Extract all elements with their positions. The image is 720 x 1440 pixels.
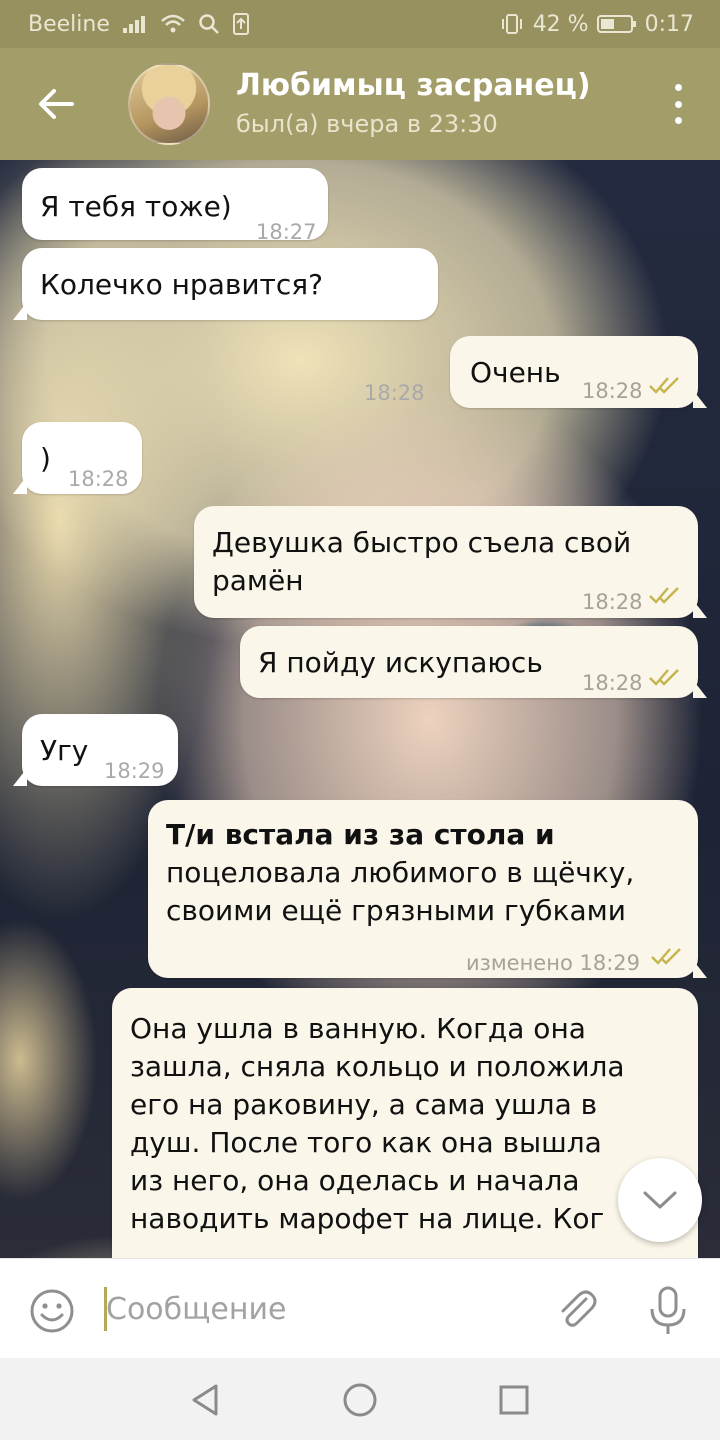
- nav-back-button[interactable]: [186, 1380, 226, 1420]
- message-time: 18:29: [104, 759, 165, 783]
- message-bubble[interactable]: Девушка быстро съела свой рамён 18:28: [194, 506, 707, 618]
- message-bubble[interactable]: ) 18:28: [13, 422, 142, 494]
- message-line: поцеловала любимого в щёчку,: [166, 856, 635, 889]
- status-bar: Beeline 42 % 0:17: [0, 0, 720, 48]
- message-text: Я тебя тоже): [40, 190, 232, 223]
- square-recents-icon: [499, 1385, 529, 1415]
- message-text: ): [40, 442, 51, 475]
- nav-home-button[interactable]: [340, 1380, 380, 1420]
- message-time: 18:28: [582, 379, 643, 403]
- message-line: из него, она оделась и начала: [130, 1164, 580, 1197]
- message-line: его на раковину, а сама ушла в: [130, 1088, 598, 1121]
- message-time: 18:28: [582, 590, 643, 614]
- message-bubble[interactable]: Я тебя тоже) 18:27: [22, 168, 328, 244]
- chat-area[interactable]: Я тебя тоже) 18:27 Колечко нравится? 18:…: [0, 160, 720, 1258]
- message-bubble[interactable]: Т/и встала из за стола и поцеловала люби…: [148, 800, 707, 978]
- chat-header: Любимыц засранец) был(а) вчера в 23:30: [0, 48, 720, 160]
- message-bubble[interactable]: Угу 18:29: [13, 714, 178, 786]
- attach-button[interactable]: [552, 1285, 600, 1333]
- arrow-left-icon: [39, 89, 74, 119]
- circle-home-icon: [343, 1383, 377, 1417]
- message-line: душ. После того как она вышла: [130, 1126, 602, 1159]
- clock: 0:17: [644, 11, 694, 37]
- message-time: 18:27: [256, 220, 317, 244]
- chevron-down-icon: [643, 1191, 677, 1209]
- message-line: рамён: [212, 564, 304, 597]
- paperclip-icon: [561, 1290, 597, 1327]
- smile-icon: [30, 1289, 74, 1333]
- more-vertical-icon[interactable]: [666, 84, 690, 124]
- message-bubble[interactable]: Она ушла в ванную. Когда она зашла, снял…: [112, 988, 698, 1258]
- message-line: Т/и встала из за стола и: [166, 818, 555, 851]
- message-text: Колечко нравится?: [40, 268, 323, 301]
- double-check-icon: [649, 377, 679, 394]
- search-icon: [198, 13, 220, 35]
- message-bubble[interactable]: Очень 18:28: [450, 336, 707, 408]
- double-check-icon: [649, 669, 679, 686]
- last-seen-status: был(а) вчера в 23:30: [236, 110, 498, 138]
- system-nav-bar: [0, 1358, 720, 1440]
- message-time: 18:28: [364, 381, 425, 405]
- message-time: изменено 18:29: [466, 951, 640, 975]
- message-text: Очень: [470, 356, 561, 389]
- double-check-icon: [651, 948, 681, 965]
- message-composer: [0, 1258, 720, 1358]
- message-line: Девушка быстро съела свой: [212, 526, 632, 559]
- message-input[interactable]: [106, 1283, 526, 1335]
- vibrate-icon: [499, 13, 525, 35]
- message-time: 18:28: [582, 671, 643, 695]
- emoji-button[interactable]: [28, 1287, 76, 1335]
- contact-name: Любимыц засранец): [236, 68, 591, 103]
- contact-avatar[interactable]: [128, 63, 210, 145]
- message-line: зашла, сняла кольцо и положила: [130, 1050, 625, 1083]
- carrier-name: Beeline: [28, 11, 110, 37]
- signal-icon: [122, 14, 148, 34]
- upload-icon: [232, 12, 250, 36]
- battery-icon: [596, 14, 637, 34]
- nav-recents-button[interactable]: [494, 1380, 534, 1420]
- microphone-icon: [650, 1286, 686, 1334]
- message-line: наводить марофет на лице. Ког: [130, 1202, 605, 1235]
- message-time: 18:28: [68, 467, 129, 491]
- message-text: Угу: [40, 734, 89, 767]
- triangle-back-icon: [192, 1384, 218, 1416]
- message-bubble[interactable]: Я пойду искупаюсь 18:28: [240, 626, 707, 698]
- back-button[interactable]: [0, 48, 112, 160]
- message-line: Она ушла в ванную. Когда она: [130, 1012, 586, 1045]
- contact-info[interactable]: Любимыц засранец) был(а) вчера в 23:30: [236, 67, 591, 141]
- scroll-down-button[interactable]: [618, 1158, 702, 1242]
- battery-percent: 42 %: [532, 11, 589, 37]
- message-bubble[interactable]: Колечко нравится? 18:28: [13, 248, 438, 405]
- double-check-icon: [649, 587, 679, 604]
- message-line: своими ещё грязными губками: [166, 894, 626, 927]
- message-text: Я пойду искупаюсь: [258, 646, 543, 679]
- wifi-icon: [160, 13, 186, 35]
- microphone-button[interactable]: [644, 1285, 692, 1337]
